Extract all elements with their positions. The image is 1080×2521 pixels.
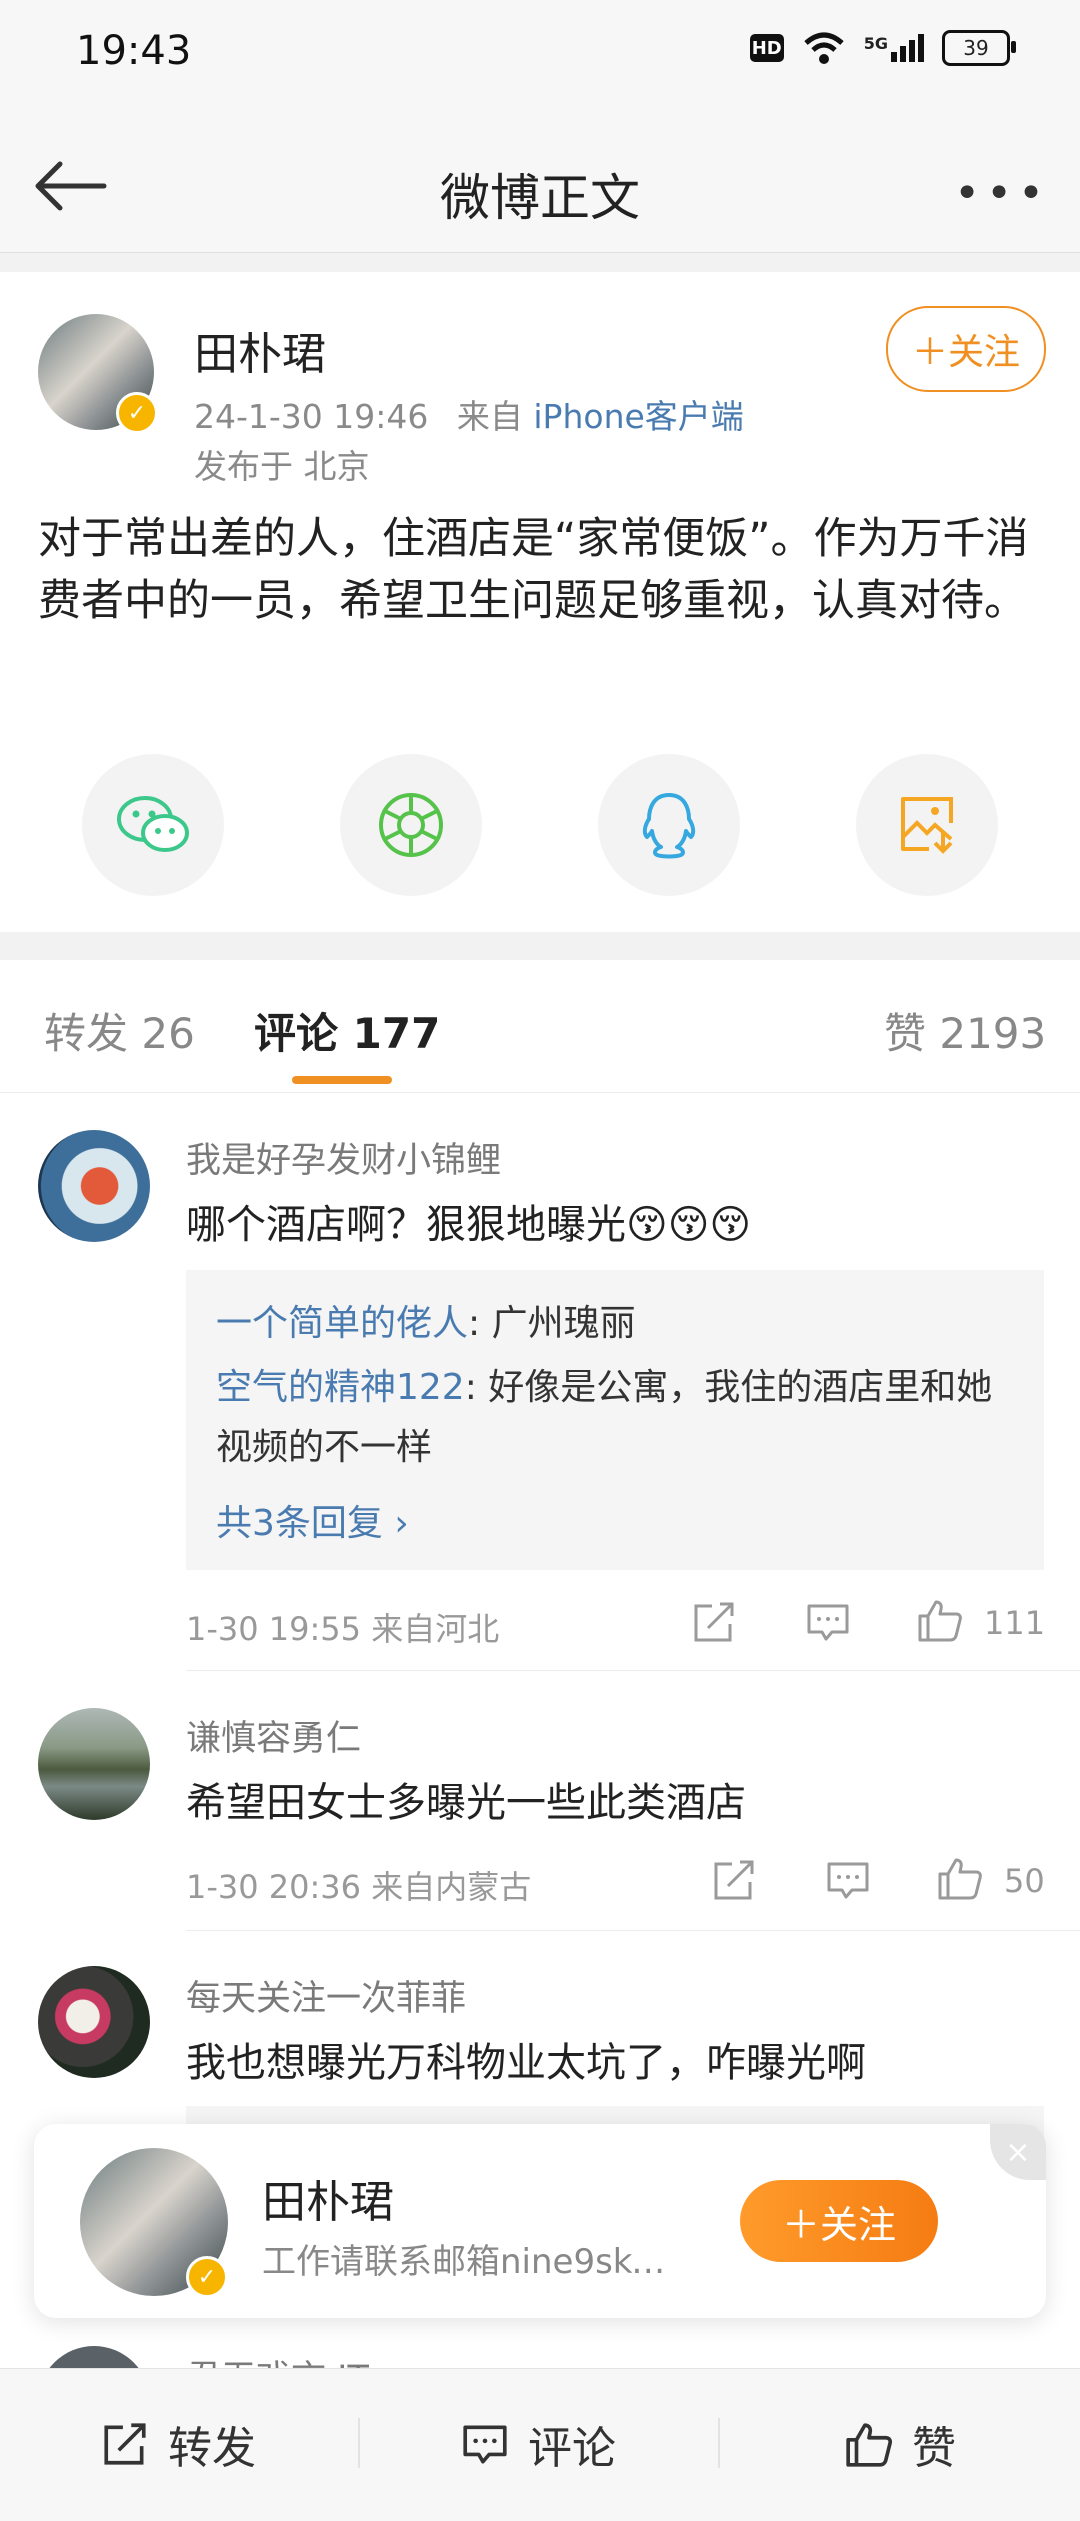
- cell-signal-icon: 5G: [864, 34, 924, 62]
- commenter-avatar[interactable]: [38, 1708, 150, 1820]
- more-replies-link[interactable]: 共3条回复 ›: [216, 1494, 409, 1546]
- comment-text: 哪个酒店啊？狠狠地曝光😚😚😚: [186, 1202, 752, 1248]
- repost-icon[interactable]: [710, 1856, 758, 1904]
- like-count: 111: [984, 1604, 1046, 1642]
- share-qq-button[interactable]: [598, 754, 740, 896]
- more-options-icon[interactable]: •••: [954, 168, 1050, 219]
- bottom-repost-button[interactable]: 转发: [100, 2412, 256, 2476]
- like-count: 50: [1004, 1862, 1045, 1900]
- status-icons: HD 5G 39: [749, 30, 1016, 66]
- page-title: 微博正文: [440, 169, 640, 227]
- share-wechat-button[interactable]: [82, 754, 224, 896]
- reply-author[interactable]: 一个简单的佬人: [216, 1303, 468, 1344]
- status-time: 19:43: [76, 28, 192, 74]
- wifi-icon: [804, 32, 844, 64]
- tab-comments[interactable]: 评论 177: [254, 1000, 440, 1061]
- commenter-name[interactable]: 每天关注一次菲菲: [186, 1970, 466, 2021]
- divider: [186, 1930, 1080, 1931]
- bottom-comment-label: 评论: [528, 2423, 616, 2474]
- save-image-button[interactable]: [856, 754, 998, 896]
- qq-icon: [642, 793, 696, 859]
- reply-item: 一个简单的佬人: 广州瑰丽: [216, 1294, 636, 1354]
- follow-card-description: 工作请联系邮箱nine9sky…: [262, 2242, 682, 2282]
- network-type: 5G: [863, 34, 888, 53]
- bottom-like-button[interactable]: 赞: [844, 2412, 956, 2476]
- commenter-name[interactable]: 谦慎容勇仁: [186, 1710, 361, 1761]
- like-icon: [846, 2423, 893, 2467]
- commenter-name[interactable]: 我是好孕发财小锦鲤: [186, 1132, 501, 1183]
- author-name[interactable]: 田朴珺: [194, 318, 326, 382]
- save-image-icon: [901, 797, 953, 854]
- repost-icon[interactable]: [690, 1598, 738, 1646]
- bottom-repost-label: 转发: [168, 2423, 256, 2474]
- comment-text: 我也想曝光万科物业太坑了，咋曝光啊: [186, 2040, 866, 2086]
- battery-icon: 39: [942, 30, 1016, 66]
- comment-text: 希望田女士多曝光一些此类酒店: [186, 1780, 746, 1826]
- share-moments-button[interactable]: [340, 754, 482, 896]
- reply-author[interactable]: 空气的精神122: [216, 1367, 465, 1408]
- commenter-avatar[interactable]: [38, 1966, 150, 2078]
- comment-icon[interactable]: [824, 1856, 872, 1904]
- post-text: 对于常出差的人，住酒店是“家常便饭”。作为万千消费者中的一员，希望卫生问题足够重…: [38, 514, 1029, 626]
- active-tab-indicator: [292, 1076, 392, 1084]
- like-icon[interactable]: [936, 1854, 984, 1902]
- reply-text: : 广州瑰丽: [468, 1303, 636, 1344]
- like-icon[interactable]: [916, 1596, 964, 1644]
- divider: [718, 2418, 720, 2468]
- post-source[interactable]: iPhone客户端: [533, 397, 743, 436]
- post-location: 发布于 北京: [194, 447, 370, 486]
- tab-repost[interactable]: 转发 26: [44, 1000, 195, 1061]
- divider: [186, 1670, 1080, 1671]
- bottom-like-label: 赞: [912, 2423, 956, 2474]
- reply-item: 空气的精神122: 好像是公寓，我住的酒店里和她视频的不一样: [216, 1358, 1016, 1478]
- comment-icon: [463, 2425, 507, 2464]
- post-meta: 24-1-30 19:46 来自 iPhone客户端: [194, 390, 744, 438]
- follow-card-button[interactable]: ＋关注: [740, 2180, 938, 2262]
- comment-meta: 1-30 20:36 来自内蒙古: [186, 1868, 532, 1906]
- verified-badge-icon: ✓: [116, 392, 158, 434]
- battery-level: 39: [963, 36, 989, 60]
- follow-card-name[interactable]: 田朴珺: [262, 2166, 394, 2230]
- commenter-avatar[interactable]: [38, 1130, 150, 1242]
- tab-likes[interactable]: 赞 2193: [884, 1000, 1046, 1061]
- verified-badge-icon: ✓: [186, 2256, 228, 2298]
- moments-icon: [379, 793, 443, 857]
- comment-icon[interactable]: [804, 1598, 852, 1646]
- hd-icon: HD: [749, 34, 784, 62]
- post-time: 24-1-30 19:46: [194, 397, 429, 436]
- wechat-icon: [117, 796, 189, 852]
- source-prefix: 来自: [456, 397, 523, 436]
- divider: [358, 2418, 360, 2468]
- bottom-comment-button[interactable]: 评论: [460, 2412, 616, 2476]
- comment-meta: 1-30 19:55 来自河北: [186, 1610, 500, 1648]
- repost-icon: [104, 2423, 146, 2465]
- follow-button[interactable]: ＋关注: [886, 306, 1046, 392]
